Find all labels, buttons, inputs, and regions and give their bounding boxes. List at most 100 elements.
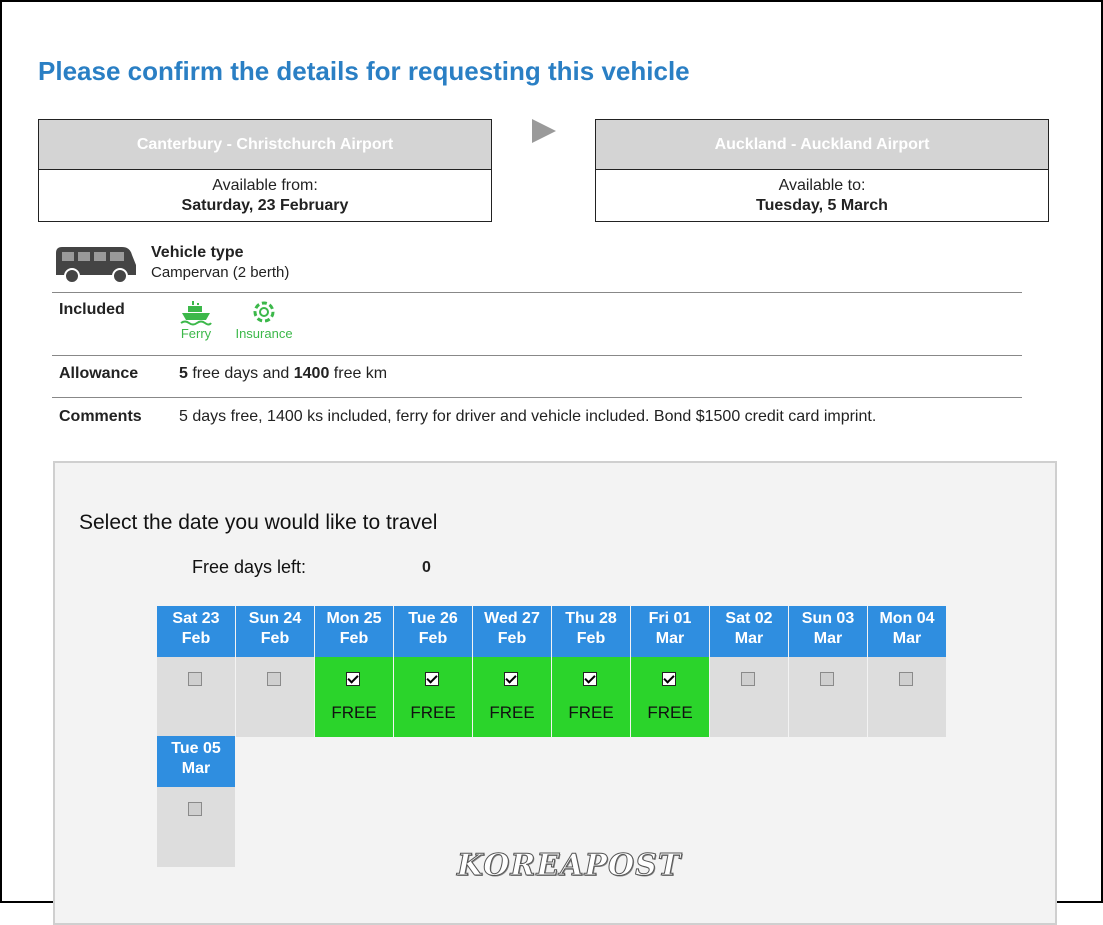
calendar-day: Fri 01 Mar FREE (631, 606, 709, 737)
available-from-label: Available from: (212, 177, 318, 194)
calendar-month-label: Mar (655, 630, 685, 647)
calendar-day-body (789, 657, 867, 737)
day-checkbox[interactable] (188, 672, 202, 686)
day-checkbox[interactable] (741, 672, 755, 686)
free-days-count: 5 (179, 365, 188, 382)
calendar-month-label: Mar (813, 630, 843, 647)
calendar-day-label: Fri 01 (648, 610, 692, 627)
calendar-day-body: FREE (473, 657, 551, 737)
free-days-left-value: 0 (422, 559, 431, 576)
calendar-day-label: Tue 26 (408, 610, 458, 627)
calendar-day-header: Mon 04 Mar (868, 606, 946, 657)
comments-label: Comments (59, 408, 142, 425)
campervan-icon (56, 247, 136, 284)
ferry-icon (180, 301, 212, 326)
calendar-day: Sat 23 Feb (157, 606, 235, 737)
calendar-day-body (710, 657, 788, 737)
calendar-day-header: Wed 27 Feb (473, 606, 551, 657)
insurance-label: Insurance (235, 326, 293, 341)
included-label: Included (59, 301, 125, 318)
day-checkbox[interactable] (267, 672, 281, 686)
calendar-day-label: Mon 25 (326, 610, 382, 627)
day-checkbox[interactable] (504, 672, 518, 686)
date-selection-title: Select the date you would like to travel (79, 511, 438, 534)
day-checkbox[interactable] (583, 672, 597, 686)
available-to-date: Tuesday, 5 March (756, 197, 888, 214)
calendar-day-body: FREE (394, 657, 472, 737)
dropoff-location-box: Auckland - Auckland Airport Available to… (595, 119, 1049, 222)
calendar-day: Mon 25 Feb FREE (315, 606, 393, 737)
calendar-day-label: Tue 05 (171, 740, 221, 757)
calendar-day: Wed 27 Feb FREE (473, 606, 551, 737)
ferry-label: Ferry (180, 326, 212, 341)
comments-text: 5 days free, 1400 ks included, ferry for… (179, 408, 877, 425)
calendar-day-header: Mon 25 Feb (315, 606, 393, 657)
calendar-day: Mon 04 Mar (868, 606, 946, 737)
calendar-day-label: Thu 28 (565, 610, 617, 627)
day-checkbox[interactable] (425, 672, 439, 686)
calendar-day-body (868, 657, 946, 737)
calendar-month-label: Feb (576, 630, 606, 647)
calendar-month-label: Feb (339, 630, 369, 647)
calendar-day-label: Mon 04 (879, 610, 935, 627)
calendar-day-header: Sun 24 Feb (236, 606, 314, 657)
calendar-day-body: FREE (631, 657, 709, 737)
calendar-day-label: Wed 27 (484, 610, 540, 627)
day-checkbox[interactable] (188, 802, 202, 816)
calendar-day-label: Sun 03 (801, 610, 855, 627)
free-day-label: FREE (647, 703, 693, 722)
calendar-day: Sun 24 Feb (236, 606, 314, 737)
vehicle-type-label: Vehicle type (151, 244, 244, 261)
calendar-day-body (236, 657, 314, 737)
free-km-count: 1400 (293, 365, 330, 382)
calendar-day-label: Sat 23 (172, 610, 220, 627)
calendar-day-label: Sat 02 (725, 610, 773, 627)
calendar-day-header: Tue 26 Feb (394, 606, 472, 657)
calendar-day-body: FREE (552, 657, 630, 737)
calendar-day: Sat 02 Mar (710, 606, 788, 737)
free-day-label: FREE (410, 703, 456, 722)
pickup-location-name: Canterbury - Christchurch Airport (39, 120, 491, 170)
calendar-day-body (157, 787, 235, 867)
calendar-month-label: Feb (181, 630, 211, 647)
calendar-day: Sun 03 Mar (789, 606, 867, 737)
calendar-month-label: Mar (181, 760, 211, 777)
divider (52, 355, 1022, 356)
calendar-day-body (157, 657, 235, 737)
free-day-label: FREE (489, 703, 535, 722)
day-checkbox[interactable] (346, 672, 360, 686)
calendar-day: Tue 26 Feb FREE (394, 606, 472, 737)
allowance-label: Allowance (59, 365, 139, 382)
calendar-day: Thu 28 Feb FREE (552, 606, 630, 737)
calendar-day-header: Sat 02 Mar (710, 606, 788, 657)
free-km-text: free km (329, 365, 388, 382)
page-title: Please confirm the details for requestin… (38, 56, 690, 86)
free-days-text: free days and (187, 365, 294, 382)
calendar-day-header: Fri 01 Mar (631, 606, 709, 657)
included-insurance: Insurance (232, 298, 296, 341)
calendar-month-label: Feb (497, 630, 527, 647)
free-day-label: FREE (568, 703, 614, 722)
day-checkbox[interactable] (820, 672, 834, 686)
calendar-month-label: Mar (892, 630, 922, 647)
insurance-icon (253, 301, 275, 323)
day-checkbox[interactable] (662, 672, 676, 686)
free-day-label: FREE (331, 703, 377, 722)
calendar-month-label: Feb (260, 630, 290, 647)
allowance-value: 5 free days and 1400 free km (179, 365, 387, 383)
pickup-location-box: Canterbury - Christchurch Airport Availa… (38, 119, 492, 222)
calendar-day-label: Sun 24 (248, 610, 302, 627)
calendar-day-header: Sun 03 Mar (789, 606, 867, 657)
calendar-day-header: Sat 23 Feb (157, 606, 235, 657)
calendar-day-header: Tue 05 Mar (157, 736, 235, 787)
day-checkbox[interactable] (899, 672, 913, 686)
calendar-month-label: Mar (734, 630, 764, 647)
included-ferry: Ferry (178, 298, 214, 341)
calendar-day-header: Thu 28 Feb (552, 606, 630, 657)
calendar-day-body: FREE (315, 657, 393, 737)
calendar-day: Tue 05 Mar (157, 736, 235, 867)
dropoff-location-name: Auckland - Auckland Airport (596, 120, 1048, 170)
vehicle-type-value: Campervan (2 berth) (151, 264, 290, 281)
divider (52, 292, 1022, 293)
available-from-date: Saturday, 23 February (181, 197, 349, 214)
